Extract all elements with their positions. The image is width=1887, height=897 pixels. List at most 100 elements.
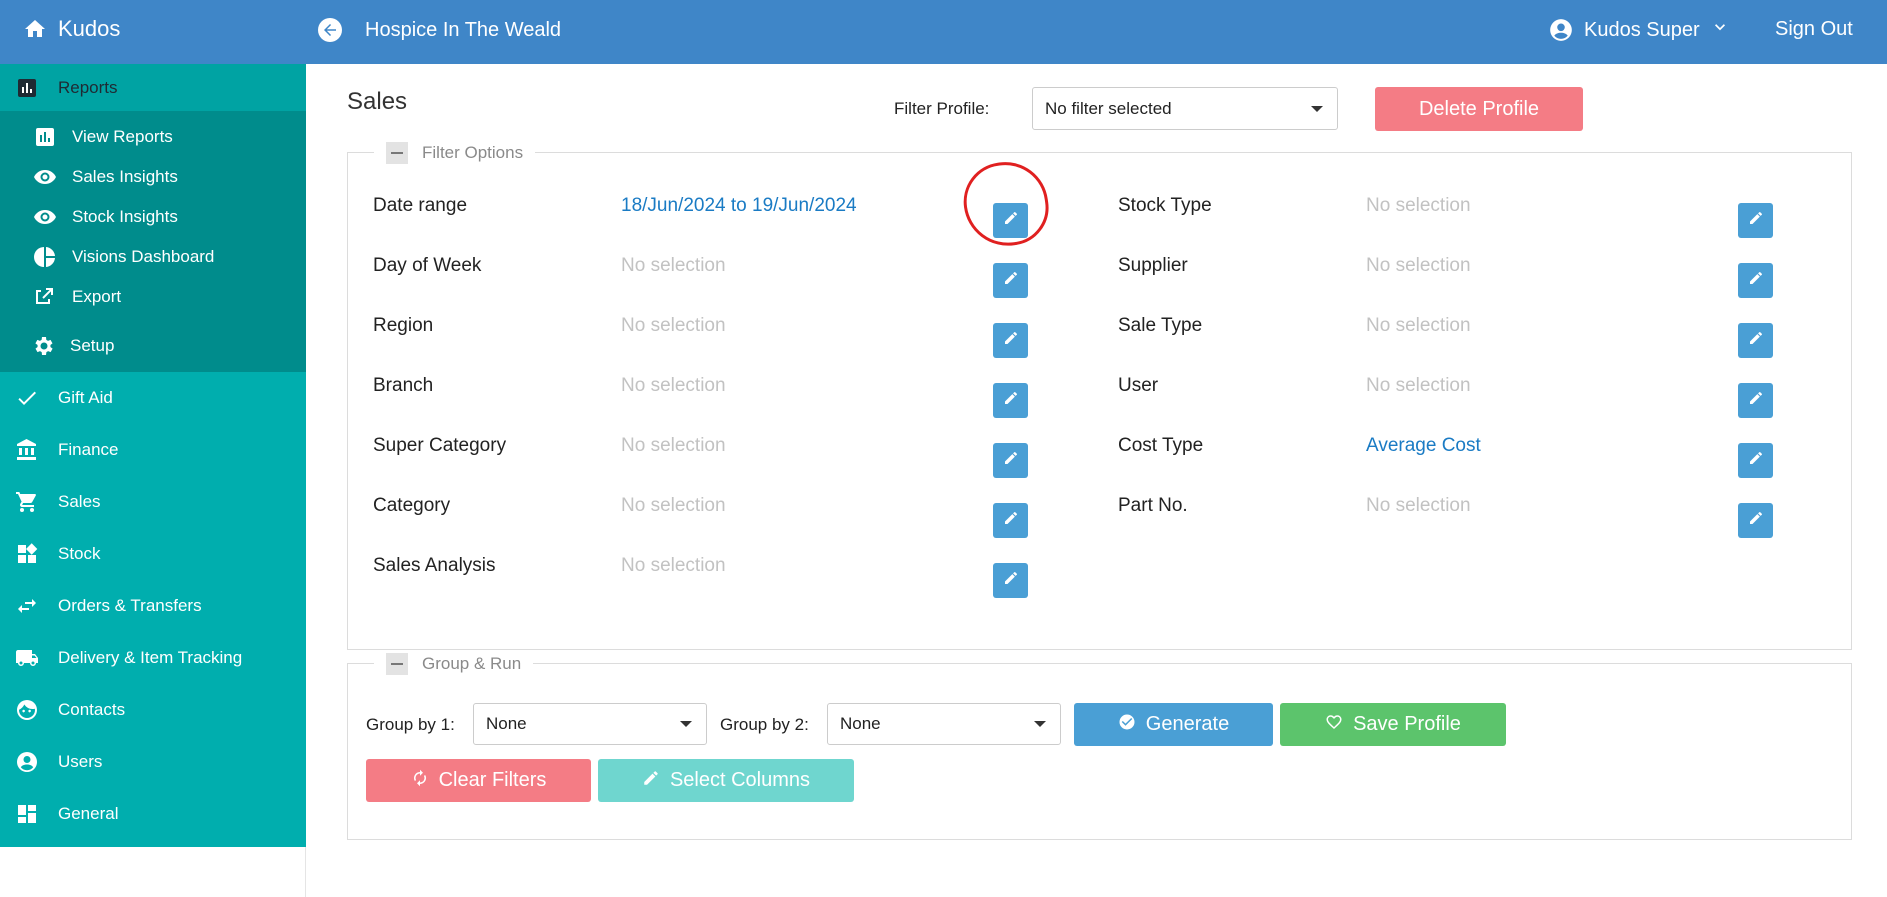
delete-profile-button[interactable]: Delete Profile	[1375, 87, 1583, 131]
select-columns-label: Select Columns	[669, 769, 811, 791]
pencil-icon	[1748, 450, 1764, 471]
edit-branch-button[interactable]	[993, 383, 1028, 418]
sidebar-item-finance[interactable]: Finance	[0, 424, 306, 476]
dashboard-icon	[14, 801, 40, 827]
group-by-2-label: Group by 2:	[720, 715, 809, 734]
filter-value: No selection	[621, 555, 726, 576]
save-profile-button[interactable]: Save Profile	[1280, 703, 1506, 746]
organisation-name: Hospice In The Weald	[365, 19, 562, 41]
truck-icon	[14, 645, 40, 671]
sidebar-item-label: Sales	[58, 492, 101, 511]
pencil-icon	[1003, 330, 1019, 351]
filter-profile-select[interactable]: No filter selected	[1032, 87, 1338, 130]
edit-sale-type-button[interactable]	[1738, 323, 1773, 358]
sidebar-item-export[interactable]: Export	[0, 277, 306, 317]
filter-value: No selection	[621, 375, 726, 396]
edit-cost-type-button[interactable]	[1738, 443, 1773, 478]
edit-sales-analysis-button[interactable]	[993, 563, 1028, 598]
pencil-icon	[1003, 270, 1019, 291]
sidebar-item-label: Sales Insights	[72, 167, 178, 186]
pencil-icon	[1003, 390, 1019, 411]
sidebar-item-delivery-tracking[interactable]: Delivery & Item Tracking	[0, 632, 306, 684]
sidebar-item-orders-transfers[interactable]: Orders & Transfers	[0, 580, 306, 632]
edit-region-button[interactable]	[993, 323, 1028, 358]
filter-value[interactable]: 18/Jun/2024 to 19/Jun/2024	[621, 195, 857, 217]
filter-label: Sales Analysis	[373, 555, 496, 576]
sidebar-item-setup[interactable]: Setup	[0, 317, 306, 375]
refresh-icon	[411, 769, 429, 793]
delete-profile-label: Delete Profile	[1418, 97, 1540, 120]
edit-part-no-button[interactable]	[1738, 503, 1773, 538]
pencil-icon	[1748, 270, 1764, 291]
edit-super-category-button[interactable]	[993, 443, 1028, 478]
sidebar-item-users[interactable]: Users	[0, 736, 306, 788]
filter-label: Category	[373, 495, 451, 516]
pie-chart-icon	[32, 244, 58, 270]
edit-category-button[interactable]	[993, 503, 1028, 538]
sign-out-link[interactable]: Sign Out	[1775, 0, 1853, 58]
sidebar-footer	[0, 847, 306, 897]
filter-value: No selection	[1366, 255, 1471, 276]
filter-value[interactable]: Average Cost	[1366, 435, 1481, 457]
filter-label: Region	[373, 315, 434, 336]
top-bar: Kudos Hospice In The Weald Kudos Super S…	[0, 0, 1887, 64]
group-by-2-select[interactable]: None	[827, 703, 1061, 745]
filter-value: No selection	[621, 435, 726, 456]
filter-label: Date range	[373, 195, 468, 216]
edit-stock-type-button[interactable]	[1738, 203, 1773, 238]
sidebar-item-label: Finance	[58, 440, 119, 459]
generate-button[interactable]: Generate	[1074, 703, 1273, 746]
clear-filters-button[interactable]: Clear Filters	[366, 759, 591, 802]
sidebar: Reports View Reports Sales Insights Stoc…	[0, 64, 306, 847]
sidebar-item-contacts[interactable]: Contacts	[0, 684, 306, 736]
filter-options-legend[interactable]: Filter Options	[374, 141, 536, 165]
widgets-icon	[14, 541, 40, 567]
home-icon	[22, 16, 48, 42]
caret-down-icon	[1034, 721, 1046, 727]
eye-icon	[32, 204, 58, 230]
pencil-icon	[1748, 210, 1764, 231]
edit-supplier-button[interactable]	[1738, 263, 1773, 298]
sidebar-item-label: Visions Dashboard	[72, 247, 215, 266]
sidebar-item-label: Export	[72, 287, 122, 306]
sidebar-item-view-reports[interactable]: View Reports	[0, 117, 306, 157]
legend-label: Group & Run	[422, 654, 522, 673]
bank-icon	[14, 437, 40, 463]
group-by-1-select[interactable]: None	[473, 703, 707, 745]
collapse-icon[interactable]	[386, 142, 408, 164]
select-columns-button[interactable]: Select Columns	[598, 759, 854, 802]
filter-value: No selection	[1366, 375, 1471, 396]
sidebar-item-label: Delivery & Item Tracking	[58, 648, 243, 667]
sidebar-item-gift-aid[interactable]: Gift Aid	[0, 372, 306, 424]
transfer-icon	[14, 593, 40, 619]
group-run-legend[interactable]: Group & Run	[374, 652, 534, 676]
sidebar-item-sales-insights[interactable]: Sales Insights	[0, 157, 306, 197]
sidebar-item-visions-dashboard[interactable]: Visions Dashboard	[0, 237, 306, 277]
user-menu[interactable]: Kudos Super	[1548, 0, 1730, 60]
sidebar-item-label: Users	[58, 752, 103, 771]
back-icon[interactable]	[318, 18, 342, 42]
edit-day-of-week-button[interactable]	[993, 263, 1028, 298]
reports-submenu: View Reports Sales Insights Stock Insigh…	[0, 111, 306, 372]
legend-label: Filter Options	[422, 143, 524, 162]
user-circle-icon	[1548, 17, 1574, 43]
filter-label: Day of Week	[373, 255, 482, 276]
pencil-icon	[1748, 390, 1764, 411]
sidebar-item-sales[interactable]: Sales	[0, 476, 306, 528]
filter-profile-label: Filter Profile:	[894, 99, 990, 118]
face-icon	[14, 697, 40, 723]
heart-icon	[1325, 713, 1343, 737]
check-icon	[14, 385, 40, 411]
sidebar-item-label: Reports	[58, 77, 118, 97]
edit-user-button[interactable]	[1738, 383, 1773, 418]
sidebar-item-general[interactable]: General	[0, 788, 306, 840]
filter-label: Stock Type	[1118, 195, 1212, 216]
collapse-icon[interactable]	[386, 653, 408, 675]
filter-value: No selection	[1366, 195, 1471, 216]
sidebar-item-reports[interactable]: Reports	[0, 64, 306, 111]
pencil-icon	[1003, 510, 1019, 531]
brand-link[interactable]: Kudos	[22, 0, 120, 58]
save-profile-label: Save Profile	[1353, 713, 1461, 735]
sidebar-item-stock[interactable]: Stock	[0, 528, 306, 580]
sidebar-item-stock-insights[interactable]: Stock Insights	[0, 197, 306, 237]
